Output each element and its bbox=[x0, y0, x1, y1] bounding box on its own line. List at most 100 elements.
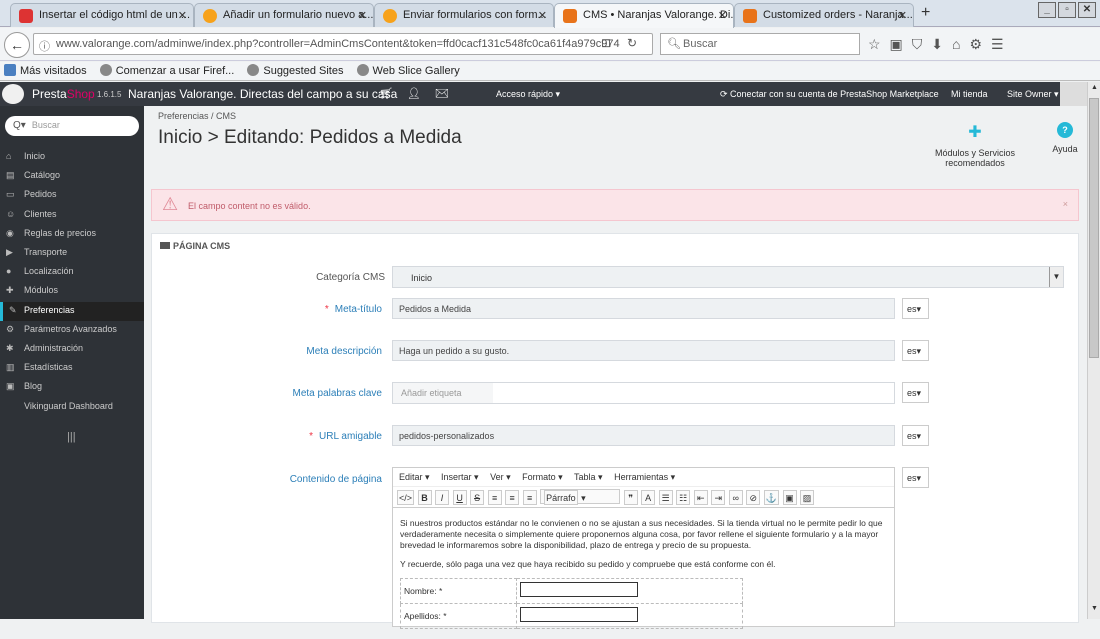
sidebar-item[interactable]: ▶ Transporte bbox=[0, 244, 144, 263]
sidebar-item[interactable]: ▤ Catálogo bbox=[0, 167, 144, 186]
unlink-icon[interactable]: ⊘ bbox=[746, 490, 761, 505]
scroll-thumb[interactable] bbox=[1089, 98, 1099, 358]
new-tab-icon[interactable]: + bbox=[921, 4, 930, 22]
sidebar-item[interactable]: ● Localización bbox=[0, 263, 144, 282]
sidebar-item[interactable]: ⌂ Inicio bbox=[0, 148, 144, 167]
quote-icon[interactable]: ❞ bbox=[623, 490, 638, 505]
browser-tab[interactable]: Enviar formularios con form... ✕ bbox=[374, 3, 554, 27]
url-bar[interactable]: ⓘ www.valorange.com/adminwe/index.php?co… bbox=[33, 33, 653, 55]
collapse-menu-icon[interactable]: ||| bbox=[67, 431, 76, 443]
text-color-icon[interactable]: A bbox=[641, 490, 656, 505]
meta-title-input[interactable]: Pedidos a Medida bbox=[392, 298, 895, 319]
sidebar-item[interactable]: ✚ Módulos bbox=[0, 282, 144, 301]
prestashop-logo[interactable] bbox=[2, 84, 24, 104]
underline-icon[interactable]: U bbox=[452, 490, 467, 505]
minimize-icon[interactable]: _ bbox=[1038, 2, 1056, 18]
language-dropdown[interactable]: es▾ bbox=[902, 467, 929, 488]
my-shop-link[interactable]: Mi tienda bbox=[951, 89, 988, 99]
bullet-list-icon[interactable]: ☰ bbox=[658, 490, 673, 505]
editor-menu-view[interactable]: Ver ▾ bbox=[490, 472, 511, 482]
help-button[interactable]: ? Ayuda bbox=[1050, 122, 1080, 154]
surname-input[interactable] bbox=[520, 607, 638, 622]
admin-header: PrestaShop 1.6.1.5 Naranjas Valorange. D… bbox=[0, 82, 1087, 106]
scroll-down-icon[interactable]: ▼ bbox=[1089, 605, 1100, 617]
language-dropdown[interactable]: es▾ bbox=[902, 382, 929, 403]
name-input[interactable] bbox=[520, 582, 638, 597]
source-code-icon[interactable]: </> bbox=[397, 490, 415, 505]
owner-menu[interactable]: Site Owner ▾ bbox=[1007, 89, 1059, 100]
close-tab-icon[interactable]: ✕ bbox=[898, 9, 907, 22]
editor-content[interactable]: Si nuestros productos estándar no le con… bbox=[393, 508, 894, 639]
toolbar-icons[interactable]: ☆▣⛉⬇⌂⚙☰ bbox=[868, 36, 1013, 53]
browser-tab[interactable]: Insertar el código html de un ... ✕ bbox=[10, 3, 194, 27]
close-tab-icon[interactable]: ✕ bbox=[718, 9, 727, 22]
close-window-icon[interactable]: ✕ bbox=[1078, 2, 1096, 18]
editor-menu-tools[interactable]: Herramientas ▾ bbox=[614, 472, 675, 482]
scroll-up-icon[interactable]: ▲ bbox=[1089, 84, 1100, 96]
meta-keywords-input[interactable]: Añadir etiqueta bbox=[392, 382, 895, 404]
sidebar-item[interactable]: ⚙ Parámetros Avanzados bbox=[0, 321, 144, 340]
category-select[interactable]: Inicio ▼ bbox=[392, 266, 1064, 288]
language-dropdown[interactable]: es▾ bbox=[902, 298, 929, 319]
sidebar-item[interactable]: ▣ Blog bbox=[0, 378, 144, 397]
version-label: 1.6.1.5 bbox=[97, 90, 122, 99]
recommended-modules-button[interactable]: ✚ Módulos y Servicios recomendados bbox=[905, 122, 1045, 168]
quick-access-menu[interactable]: Acceso rápido ▾ bbox=[496, 89, 560, 100]
bookmark-item[interactable]: Comenzar a usar Firef... bbox=[99, 64, 234, 77]
browser-tab-active[interactable]: CMS • Naranjas Valorange. Di... ✕ bbox=[554, 3, 734, 28]
puzzle-icon: ✚ bbox=[968, 124, 982, 141]
editor-menu-edit[interactable]: Editar ▾ bbox=[399, 472, 430, 482]
anchor-icon[interactable]: ⚓ bbox=[763, 490, 779, 505]
image-icon[interactable]: ▨ bbox=[800, 490, 815, 505]
bookmark-item[interactable]: Web Slice Gallery bbox=[356, 64, 460, 77]
align-right-icon[interactable]: ≡ bbox=[522, 490, 537, 505]
marketplace-connect-link[interactable]: ⟳ Conectar con su cuenta de PrestaShop M… bbox=[720, 89, 939, 100]
sidebar-search-input[interactable]: Q▾ Buscar bbox=[5, 116, 139, 136]
chevron-down-icon[interactable]: ▼ bbox=[1049, 267, 1063, 287]
close-tab-icon[interactable]: ✕ bbox=[358, 9, 367, 22]
link-icon[interactable]: ∞ bbox=[728, 490, 743, 505]
align-left-icon[interactable]: ≡ bbox=[487, 490, 502, 505]
url-input[interactable]: pedidos-personalizados bbox=[392, 425, 895, 446]
reload-icon[interactable]: ⊡↻ bbox=[601, 36, 653, 50]
close-tab-icon[interactable]: ✕ bbox=[538, 9, 547, 22]
close-tab-icon[interactable]: ✕ bbox=[178, 9, 187, 22]
browser-tab[interactable]: Customized orders - Naranja... ✕ bbox=[734, 3, 914, 27]
editor-menu-format[interactable]: Formato ▾ bbox=[522, 472, 563, 482]
language-dropdown[interactable]: es▾ bbox=[902, 340, 929, 361]
breadcrumb[interactable]: Preferencias / CMS bbox=[158, 111, 236, 121]
sidebar-item[interactable]: Vikinguard Dashboard bbox=[0, 398, 144, 417]
format-select[interactable]: Párrafo ▾ bbox=[540, 489, 621, 505]
sidebar-item[interactable]: ▥ Estadísticas bbox=[0, 359, 144, 378]
close-alert-icon[interactable]: × bbox=[1063, 199, 1068, 209]
browser-tab[interactable]: Añadir un formulario nuevo a... ✕ bbox=[194, 3, 374, 27]
avatar[interactable] bbox=[1060, 82, 1087, 106]
help-label: Ayuda bbox=[1052, 144, 1078, 154]
sidebar-item[interactable]: ☺ Clientes bbox=[0, 206, 144, 225]
header-icons[interactable]: 🛒︎👤︎✉︎ bbox=[379, 87, 463, 100]
sidebar-item[interactable]: ✱ Administración bbox=[0, 340, 144, 359]
italic-icon[interactable]: I bbox=[435, 490, 450, 505]
page-scrollbar[interactable]: ▲ ▼ bbox=[1087, 82, 1100, 619]
bookmark-item[interactable]: Suggested Sites bbox=[247, 64, 343, 77]
browser-search-input[interactable]: 🔍︎ Buscar bbox=[660, 33, 860, 55]
indent-icon[interactable]: ⇥ bbox=[711, 490, 726, 505]
back-arrow-icon[interactable]: ← bbox=[4, 32, 30, 58]
strikethrough-icon[interactable]: S bbox=[470, 490, 485, 505]
media-icon[interactable]: ▣ bbox=[782, 490, 797, 505]
align-center-icon[interactable]: ≡ bbox=[505, 490, 520, 505]
sidebar-item[interactable]: ▭ Pedidos bbox=[0, 186, 144, 205]
sidebar-item[interactable]: ✎ Preferencias bbox=[0, 301, 144, 321]
numbered-list-icon[interactable]: ☷ bbox=[676, 490, 691, 505]
bold-icon[interactable]: B bbox=[417, 490, 432, 505]
language-dropdown[interactable]: es▾ bbox=[902, 425, 929, 446]
sidebar-item[interactable]: ◉ Reglas de precios bbox=[0, 225, 144, 244]
outdent-icon[interactable]: ⇤ bbox=[693, 490, 708, 505]
bookmark-item[interactable]: Más visitados bbox=[4, 64, 87, 77]
maximize-icon[interactable]: ▫ bbox=[1058, 2, 1076, 18]
shop-name[interactable]: Naranjas Valorange. Directas del campo a… bbox=[128, 87, 397, 101]
meta-description-input[interactable]: Haga un pedido a su gusto. bbox=[392, 340, 895, 361]
rich-text-editor[interactable]: Editar ▾ Insertar ▾ Ver ▾ Formato ▾ Tabl… bbox=[392, 467, 895, 629]
editor-menu-insert[interactable]: Insertar ▾ bbox=[441, 472, 479, 482]
editor-menu-table[interactable]: Tabla ▾ bbox=[574, 472, 603, 482]
